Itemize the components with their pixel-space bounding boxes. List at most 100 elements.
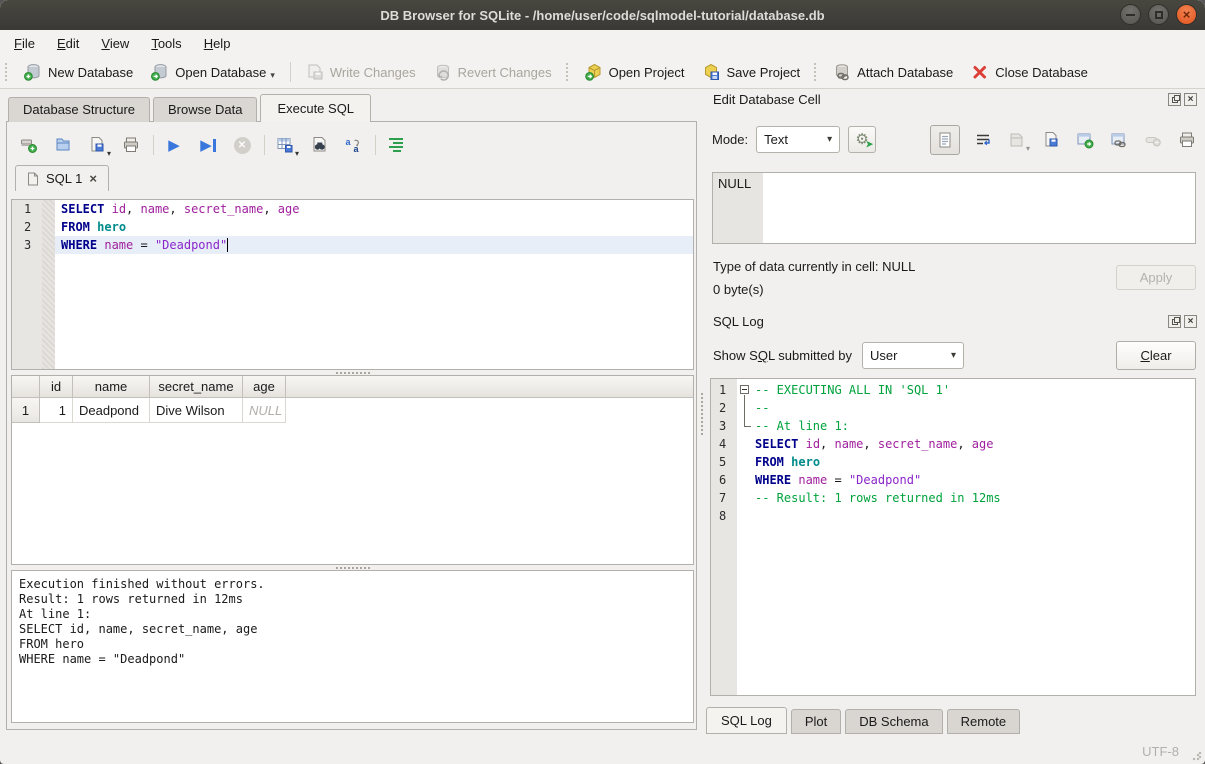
new-sql-tab-button[interactable] [17, 134, 41, 156]
sql-editor[interactable]: 1 SELECT id, name, secret_name, age 2 FR… [11, 199, 694, 370]
mode-value: Text [764, 132, 788, 147]
close-button[interactable]: × [1176, 4, 1197, 25]
resize-grip[interactable] [1192, 751, 1202, 761]
cell-name[interactable]: Deadpond [73, 398, 150, 423]
sql-log-close-button[interactable]: × [1184, 315, 1197, 328]
toolbar-drag-handle[interactable] [814, 63, 819, 81]
cell-age[interactable]: NULL [243, 398, 286, 423]
mode-select[interactable]: Text ▾ [756, 126, 840, 153]
save-results-button[interactable]: ▾ [273, 134, 297, 156]
dock-tab-remote[interactable]: Remote [947, 709, 1021, 734]
line-number: 1 [711, 381, 737, 399]
dock-tab-plot[interactable]: Plot [791, 709, 841, 734]
minimize-button[interactable] [1120, 4, 1141, 25]
open-sql-file-button[interactable] [51, 134, 75, 156]
encoding-indicator[interactable]: UTF-8 [1142, 744, 1179, 759]
replace-button[interactable]: aa [341, 134, 365, 156]
revert-changes-label: Revert Changes [458, 65, 552, 80]
import-dropdown-icon[interactable]: ▾ [1026, 144, 1030, 153]
table-row: 1 1 Deadpond Dive Wilson NULL [12, 398, 693, 423]
fold-marker-collapse[interactable] [737, 381, 753, 399]
save-results-dropdown-icon[interactable]: ▾ [295, 149, 299, 158]
apply-button[interactable]: Apply [1116, 265, 1196, 290]
row-header[interactable]: 1 [12, 398, 40, 423]
cell-id[interactable]: 1 [40, 398, 73, 423]
sql-tab-sql1[interactable]: SQL 1 × [15, 165, 109, 191]
stop-execution-button[interactable]: ✕ [230, 134, 254, 156]
open-in-external-app-button[interactable] [1074, 129, 1096, 151]
menu-help[interactable]: Help [193, 33, 242, 54]
write-changes-button[interactable]: Write Changes [297, 59, 425, 85]
tab-database-structure[interactable]: Database Structure [8, 97, 150, 122]
open-database-button[interactable]: Open Database ▾ [142, 59, 284, 85]
tab-execute-sql[interactable]: Execute SQL [260, 94, 371, 122]
toolbar-drag-handle[interactable] [566, 63, 571, 81]
execution-message-box[interactable]: Execution finished without errors. Resul… [11, 570, 694, 723]
column-header-name[interactable]: name [73, 376, 150, 397]
save-project-button[interactable]: Save Project [693, 59, 809, 85]
column-header-age[interactable]: age [243, 376, 286, 397]
pane-splitter[interactable] [698, 88, 707, 738]
edit-cell-float-button[interactable] [1168, 93, 1181, 106]
set-null-button[interactable] [1142, 129, 1164, 151]
editor-code[interactable]: SELECT id, name, secret_name, age [55, 200, 299, 218]
edit-cell-close-button[interactable]: × [1184, 93, 1197, 106]
dock-tab-sql-log[interactable]: SQL Log [706, 707, 787, 734]
toolbar-drag-handle[interactable] [5, 63, 10, 81]
format-sql-button[interactable] [384, 134, 408, 156]
cell-secret-name[interactable]: Dive Wilson [150, 398, 243, 423]
results-corner-header[interactable] [12, 376, 40, 397]
revert-changes-button[interactable]: Revert Changes [425, 59, 561, 85]
sql-log-float-button[interactable] [1168, 315, 1181, 328]
attach-database-button[interactable]: Attach Database [824, 59, 962, 85]
column-header-secret-name[interactable]: secret_name [150, 376, 243, 397]
cell-value-editor[interactable]: NULL [712, 172, 1196, 244]
maximize-button[interactable] [1148, 4, 1169, 25]
import-cell-data-button[interactable]: ▾ [1006, 129, 1028, 151]
minimize-icon [1126, 14, 1135, 16]
new-database-button[interactable]: New Database [15, 59, 142, 85]
export-cell-data-button[interactable] [1040, 129, 1062, 151]
editor-code[interactable]: FROM hero [55, 218, 126, 236]
open-project-button[interactable]: Open Project [576, 59, 694, 85]
editor-code[interactable]: WHERE name = "Deadpond" [55, 236, 228, 254]
save-sql-dropdown-icon[interactable]: ▾ [107, 149, 111, 158]
dock-tab-db-schema[interactable]: DB Schema [845, 709, 942, 734]
text-mode-button[interactable] [930, 125, 960, 155]
menu-edit[interactable]: Edit [46, 33, 90, 54]
tab-browse-data[interactable]: Browse Data [153, 97, 257, 122]
submitter-select[interactable]: User ▾ [862, 342, 964, 369]
execute-all-button[interactable]: ▶ [162, 134, 186, 156]
menu-view[interactable]: View [90, 33, 140, 54]
word-wrap-button[interactable] [972, 129, 994, 151]
editor-fold-cell [42, 218, 55, 236]
column-header-id[interactable]: id [40, 376, 73, 397]
sql-log-view[interactable]: 1 -- EXECUTING ALL IN 'SQL 1' 2 -- 3 -- … [710, 378, 1196, 696]
sql-log-filter-row: Show SQL submitted by User ▾ Clear [713, 341, 1196, 370]
log-code [753, 507, 755, 525]
close-database-button[interactable]: Close Database [962, 59, 1097, 85]
save-sql-file-button[interactable]: ▾ [85, 134, 109, 156]
cell-settings-button[interactable]: ⚙ ➤ [848, 126, 876, 153]
open-database-dropdown-icon[interactable]: ▾ [270, 70, 275, 81]
execute-current-line-button[interactable]: ▶ [196, 134, 220, 156]
print-cell-button[interactable] [1176, 129, 1198, 151]
print-sql-button[interactable] [119, 134, 143, 156]
menu-file[interactable]: File [3, 33, 46, 54]
find-button[interactable] [307, 134, 331, 156]
copy-link-button[interactable] [1108, 129, 1130, 151]
chevron-down-icon: ▾ [951, 350, 956, 361]
fold-cell [737, 453, 753, 471]
sql-tab-close-icon[interactable]: × [89, 171, 97, 186]
line-number: 6 [711, 471, 737, 489]
clear-log-button[interactable]: Clear [1116, 341, 1196, 370]
toolbar-separator [375, 135, 376, 155]
menu-tools[interactable]: Tools [140, 33, 192, 54]
fold-cell [737, 435, 753, 453]
save-project-label: Save Project [726, 65, 800, 80]
execute-current-line-icon: ▶ [200, 138, 212, 153]
log-line: 8 [711, 507, 1195, 525]
cell-value: NULL [713, 173, 1195, 191]
titlebar[interactable]: DB Browser for SQLite - /home/user/code/… [0, 0, 1205, 30]
fold-cell [737, 471, 753, 489]
